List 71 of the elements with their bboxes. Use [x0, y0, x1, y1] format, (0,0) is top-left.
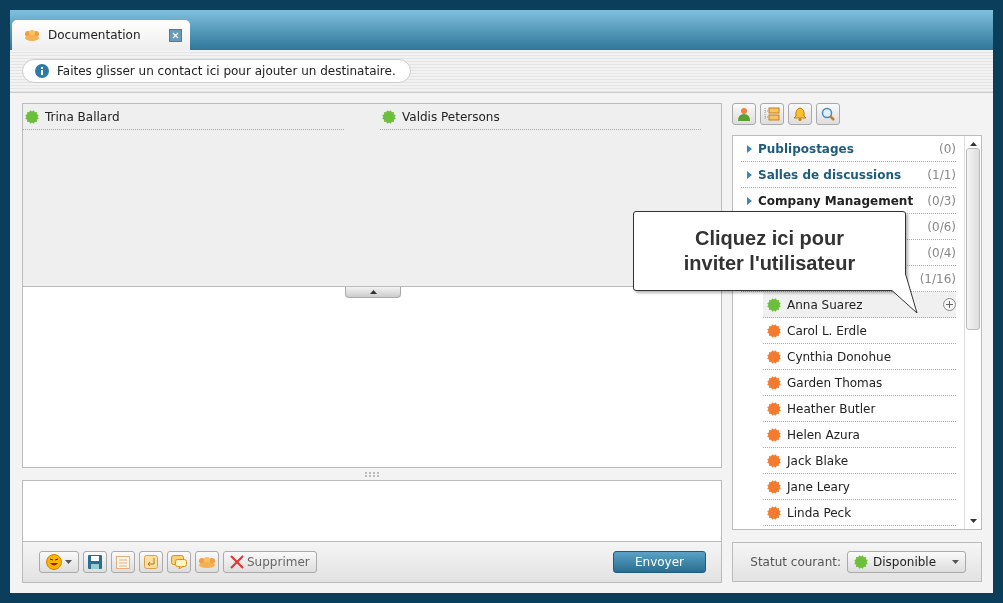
folder-tree-icon [764, 107, 780, 121]
recipient-name: Valdis Petersons [402, 109, 500, 124]
group-name: Salles de discussions [758, 167, 903, 182]
add-icon[interactable] [943, 298, 956, 311]
search-button[interactable] [816, 103, 840, 125]
group-count: (0) [939, 141, 956, 156]
tab-title: Documentation [48, 28, 142, 42]
contact-name: Linda Peck [787, 505, 853, 520]
group-count: (0/3) [927, 193, 956, 208]
compose-field[interactable] [22, 480, 722, 541]
group-icon [24, 29, 40, 41]
insert-button[interactable] [139, 551, 163, 573]
chat-button[interactable] [167, 551, 191, 573]
delete-button[interactable]: Supprimer [223, 551, 317, 573]
search-icon [821, 107, 835, 121]
caret-down-icon [952, 560, 959, 564]
speech-bubbles-icon [171, 555, 187, 569]
contact-row[interactable]: Jack Blake [763, 448, 956, 474]
group-row[interactable]: Salles de discussions (1/1) [741, 162, 956, 188]
send-button[interactable]: Envoyer [613, 551, 706, 573]
group-name: Publipostages [758, 141, 855, 156]
contact-name: Jack Blake [787, 453, 850, 468]
caret-up-icon [969, 142, 977, 146]
caret-down-icon [969, 519, 977, 523]
bell-icon [793, 107, 807, 121]
person-icon [738, 107, 750, 121]
tooltip-pointer [890, 275, 920, 315]
contact-name: Helen Azura [787, 427, 861, 442]
group-count: (0/6) [927, 219, 956, 234]
group-icon [198, 556, 216, 568]
contact-row[interactable]: Heather Butler [763, 396, 956, 422]
contact-row[interactable]: Helen Azura [763, 422, 956, 448]
group-count: (1/16) [919, 271, 956, 286]
return-arrow-icon [144, 555, 158, 569]
group-row[interactable]: Publipostages (0) [741, 136, 956, 162]
group-count: (0/4) [927, 245, 956, 260]
resize-grip-icon [365, 471, 379, 477]
info-text: Faites glisser un contact ici pour ajouter un destinataire. [57, 64, 396, 78]
document-tab[interactable]: Documentation [12, 20, 190, 50]
contact-name: Jane Leary [787, 479, 851, 494]
smiley-icon [46, 554, 62, 570]
recipient-name: Trina Ballard [45, 109, 120, 124]
save-button[interactable] [83, 551, 107, 573]
caret-down-icon [65, 560, 72, 564]
contact-row[interactable]: Linda Peck [763, 500, 956, 526]
collapse-handle[interactable] [345, 287, 401, 298]
contact-row[interactable]: Cynthia Donohue [763, 344, 956, 370]
group-count: (1/1) [927, 167, 956, 182]
contact-row[interactable]: Garden Thomas [763, 370, 956, 396]
contact-name: Anna Suarez [787, 297, 864, 312]
info-icon [35, 64, 49, 78]
status-dropdown[interactable]: Disponible [847, 551, 966, 573]
emoji-button[interactable] [39, 551, 79, 573]
caret-up-icon [369, 290, 377, 294]
tooltip: Cliquez ici pour inviter l'utilisateur [633, 211, 906, 291]
contact-name: Carol L. Erdle [787, 323, 868, 338]
group-name: Company Management [758, 193, 915, 208]
calendar-icon [116, 555, 130, 569]
contact-name: Cynthia Donohue [787, 349, 893, 364]
contact-row[interactable]: Carol L. Erdle [763, 318, 956, 344]
cross-icon [230, 555, 244, 569]
status-label: Statut courant: [750, 555, 841, 569]
scrollbar[interactable] [964, 136, 981, 529]
contact-row[interactable]: Anna Suarez [763, 292, 956, 318]
contact-name: Heather Butler [787, 401, 877, 416]
notifications-button[interactable] [788, 103, 812, 125]
tree-button[interactable] [760, 103, 784, 125]
contact-name: Garden Thomas [787, 375, 884, 390]
contact-row[interactable]: Jane Leary [763, 474, 956, 500]
group-button[interactable] [195, 551, 219, 573]
contacts-button[interactable] [732, 103, 756, 125]
